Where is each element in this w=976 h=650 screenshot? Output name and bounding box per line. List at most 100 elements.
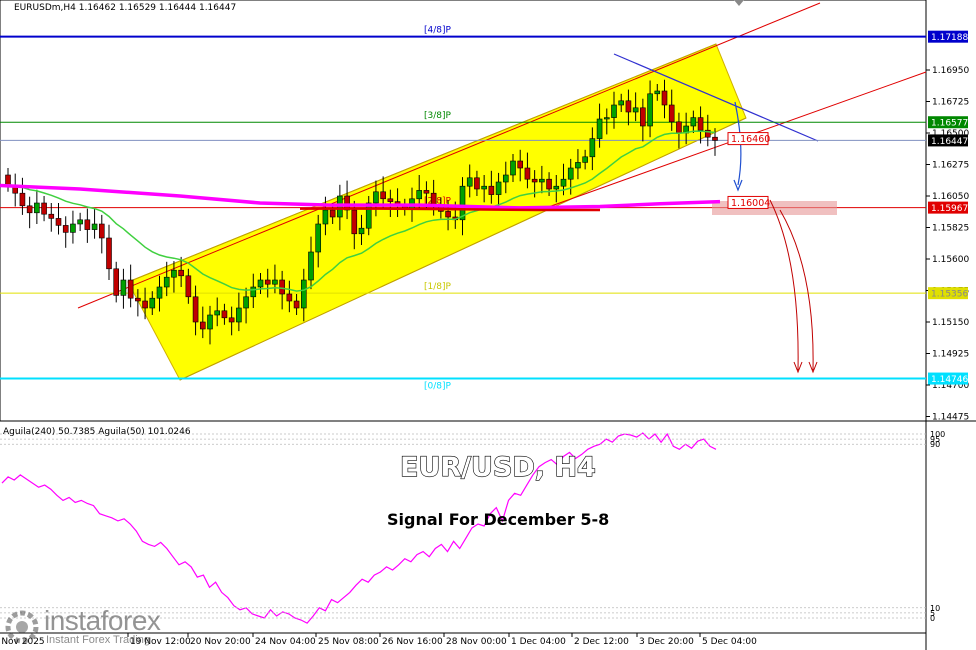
candle-body xyxy=(98,223,105,239)
candle-body xyxy=(106,237,112,270)
candle-body xyxy=(228,317,235,323)
candle-body xyxy=(264,279,271,285)
candle-body xyxy=(445,211,451,218)
price-annotation-text: 1.16460 xyxy=(731,134,770,145)
candle-body xyxy=(351,209,358,235)
candle-body xyxy=(647,93,653,127)
down-arrow xyxy=(779,209,814,371)
price-tick-label: 1.16050 xyxy=(932,192,969,202)
candle-body xyxy=(553,185,560,190)
candle-body xyxy=(625,100,632,113)
candle-body xyxy=(531,178,538,183)
candle-body xyxy=(272,279,278,285)
time-tick-label: 20 Nov 20:00 xyxy=(190,637,251,647)
candle-body xyxy=(611,104,617,118)
price-label-text: 1.15356 xyxy=(931,290,968,300)
candle-body xyxy=(70,223,76,233)
candle-body xyxy=(315,223,322,253)
candle-body xyxy=(423,190,430,194)
candle-body xyxy=(178,269,184,277)
price-label-text: 1.15967 xyxy=(931,204,968,214)
candle-body xyxy=(373,191,379,204)
candle-body xyxy=(62,225,69,233)
candle-body xyxy=(567,167,574,180)
murray-level-label: [0/8]P xyxy=(424,382,452,392)
time-tick-label: 24 Nov 04:00 xyxy=(255,637,316,647)
candle-body xyxy=(19,192,26,207)
candle-body xyxy=(481,185,487,190)
candle-body xyxy=(466,177,473,187)
price-tick-label: 1.15825 xyxy=(932,224,969,234)
logo-wordmark: instaforex xyxy=(44,605,161,636)
candle-body xyxy=(84,219,91,230)
candle-body xyxy=(171,269,177,278)
candle-body xyxy=(358,227,365,235)
murray-level-label: [4/8]P xyxy=(424,26,452,36)
candle-body xyxy=(661,90,668,106)
candle-body xyxy=(640,107,646,127)
candle-body xyxy=(91,223,98,230)
candle-body xyxy=(113,268,120,296)
candle-body xyxy=(55,218,62,226)
price-tick-label: 1.16725 xyxy=(932,98,969,108)
candle-body xyxy=(575,162,581,169)
candle-body xyxy=(322,209,329,225)
candle-body xyxy=(308,251,314,281)
candle-body xyxy=(380,191,386,200)
candle-body xyxy=(560,178,567,187)
price-axis: 1.169501.167251.165001.162751.160501.158… xyxy=(926,30,969,423)
candle-body xyxy=(502,174,509,183)
candle-body xyxy=(329,209,336,218)
candle-body xyxy=(495,181,502,195)
murray-level-label: [1/8]P xyxy=(424,282,452,292)
candle-body xyxy=(41,202,47,215)
candle-body xyxy=(77,219,83,225)
instaforex-logo-icon xyxy=(5,610,39,644)
candle-body xyxy=(596,118,603,139)
candle-body xyxy=(127,279,134,299)
candle-body xyxy=(430,192,437,205)
candle-body xyxy=(149,297,156,309)
candle-body xyxy=(286,293,293,302)
candle-body xyxy=(690,117,697,127)
price-label-text: 1.16577 xyxy=(931,119,968,129)
candle-body xyxy=(510,160,516,176)
candle-body xyxy=(120,279,127,296)
time-tick-label: 1 Dec 04:00 xyxy=(511,637,566,647)
candle-body xyxy=(207,314,213,330)
candle-body xyxy=(236,307,242,323)
price-annotation-text: 1.16004 xyxy=(731,198,770,209)
candle-body xyxy=(34,202,40,214)
candle-body xyxy=(603,117,610,120)
candle-body xyxy=(142,300,148,309)
time-tick-label: 26 Nov 16:00 xyxy=(382,637,443,647)
candle-body xyxy=(387,198,394,202)
candle-body xyxy=(199,321,206,330)
chart-shift-marker xyxy=(734,0,744,6)
candle-body xyxy=(192,296,199,323)
candle-body xyxy=(517,160,524,169)
logo-tagline: Instant Forex Trading xyxy=(46,634,150,646)
candle-body xyxy=(488,185,495,195)
candle-body xyxy=(257,279,264,288)
candle-body xyxy=(697,117,704,131)
price-chart[interactable]: [4/8]P[3/8]P[2/8]P[1/8]P[0/8]P1.164601.1… xyxy=(0,0,976,650)
time-tick-label: 28 Nov 00:00 xyxy=(446,637,507,647)
main-price-panel: [4/8]P[3/8]P[2/8]P[1/8]P[0/8]P1.164601.1… xyxy=(0,0,976,650)
candle-body xyxy=(539,178,545,183)
price-tick-label: 1.16275 xyxy=(932,161,969,171)
candle-body xyxy=(163,276,170,288)
ascending-channel xyxy=(127,43,747,381)
candle-body xyxy=(293,300,300,309)
candle-body xyxy=(589,138,596,158)
indicator-tick-label: 90 xyxy=(930,440,940,449)
candle-body xyxy=(416,190,423,200)
ma-red-line xyxy=(300,207,600,212)
symbol-info: EURUSDm,H4 1.16462 1.16529 1.16444 1.164… xyxy=(14,3,237,13)
time-tick-label: 2 Dec 12:00 xyxy=(574,637,629,647)
candle-body xyxy=(618,100,625,106)
down-arrow xyxy=(769,199,799,371)
price-tick-label: 1.16950 xyxy=(932,66,969,76)
candle-body xyxy=(712,136,718,141)
chart-overlay-subtitle: Signal For December 5-8 xyxy=(387,510,610,529)
